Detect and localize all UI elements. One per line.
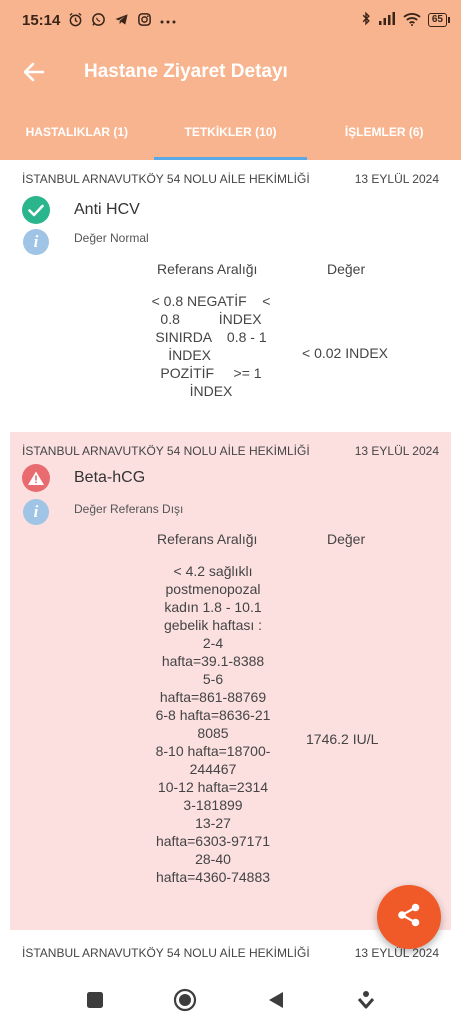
- back-arrow-icon[interactable]: [12, 50, 56, 94]
- institution-name: İSTANBUL ARNAVUTKÖY 54 NOLU AİLE HEKİMLİ…: [22, 444, 310, 458]
- home-icon[interactable]: [165, 980, 205, 1020]
- more-dots-icon: [160, 14, 176, 27]
- warning-icon: [22, 464, 50, 492]
- page-title: Hastane Ziyaret Detayı: [84, 61, 288, 82]
- institution-name: İSTANBUL ARNAVUTKÖY 54 NOLU AİLE HEKİMLİ…: [22, 946, 310, 960]
- institution-name: İSTANBUL ARNAVUTKÖY 54 NOLU AİLE HEKİMLİ…: [22, 172, 310, 186]
- system-nav-bar: [0, 976, 461, 1024]
- info-icon: i: [23, 499, 49, 525]
- bluetooth-icon: [361, 11, 371, 29]
- reference-range: < 0.8 NEGATİF < 0.8 İNDEX SINIRDA 0.8 - …: [151, 293, 271, 399]
- result-date: 13 EYLÜL 2024: [354, 172, 439, 186]
- result-value: 1746.2 IU/L: [306, 731, 379, 747]
- result-status: Değer Referans Dışı: [74, 502, 184, 516]
- whatsapp-icon: [91, 12, 106, 29]
- share-icon: [395, 901, 423, 934]
- result-card-anti-hcv[interactable]: İSTANBUL ARNAVUTKÖY 54 NOLU AİLE HEKİMLİ…: [10, 160, 451, 422]
- assistant-icon[interactable]: [346, 980, 386, 1020]
- share-button[interactable]: [377, 885, 441, 949]
- test-name: Anti HCV: [74, 201, 140, 218]
- reference-range: < 4.2 sağlıklı postmenopozal kadın 1.8 -…: [155, 563, 271, 885]
- signal-icon: [378, 12, 396, 28]
- alarm-icon: [68, 12, 83, 29]
- value-header: Değer: [327, 261, 366, 277]
- tab-hastaliklar[interactable]: HASTALIKLAR (1): [0, 104, 154, 160]
- telegram-icon: [114, 12, 129, 29]
- recent-apps-icon[interactable]: [75, 980, 115, 1020]
- battery-icon: 65: [427, 13, 451, 27]
- tab-bar: HASTALIKLAR (1) TETKİKLER (10) İŞLEMLER …: [0, 104, 461, 160]
- status-right: 65: [361, 11, 451, 29]
- wifi-icon: [403, 12, 421, 29]
- reference-header: Referans Aralığı: [157, 261, 258, 277]
- info-icon: i: [23, 229, 49, 255]
- result-date: 13 EYLÜL 2024: [354, 946, 439, 960]
- tab-islemler[interactable]: İŞLEMLER (6): [307, 104, 461, 160]
- result-value: < 0.02 INDEX: [302, 345, 388, 361]
- back-triangle-icon[interactable]: [256, 980, 296, 1020]
- instagram-icon: [137, 12, 152, 29]
- card-header: İSTANBUL ARNAVUTKÖY 54 NOLU AİLE HEKİMLİ…: [10, 432, 451, 458]
- result-date: 13 EYLÜL 2024: [354, 444, 439, 458]
- status-time: 15:14: [22, 11, 61, 29]
- value-header: Değer: [327, 531, 366, 547]
- test-name: Beta-hCG: [74, 469, 146, 486]
- status-left: 15:14: [22, 12, 176, 29]
- app-bar: Hastane Ziyaret Detayı: [0, 40, 461, 104]
- result-card-partial[interactable]: İSTANBUL ARNAVUTKÖY 54 NOLU AİLE HEKİMLİ…: [10, 934, 451, 980]
- results-list[interactable]: İSTANBUL ARNAVUTKÖY 54 NOLU AİLE HEKİMLİ…: [0, 160, 461, 980]
- result-card-beta-hcg[interactable]: İSTANBUL ARNAVUTKÖY 54 NOLU AİLE HEKİMLİ…: [10, 432, 451, 930]
- card-header: İSTANBUL ARNAVUTKÖY 54 NOLU AİLE HEKİMLİ…: [10, 160, 451, 186]
- tab-tetkikler[interactable]: TETKİKLER (10): [153, 104, 308, 160]
- result-status: Değer Normal: [74, 231, 149, 245]
- reference-header: Referans Aralığı: [157, 531, 258, 547]
- check-icon: [22, 196, 50, 224]
- status-bar: 15:14 65: [0, 0, 461, 40]
